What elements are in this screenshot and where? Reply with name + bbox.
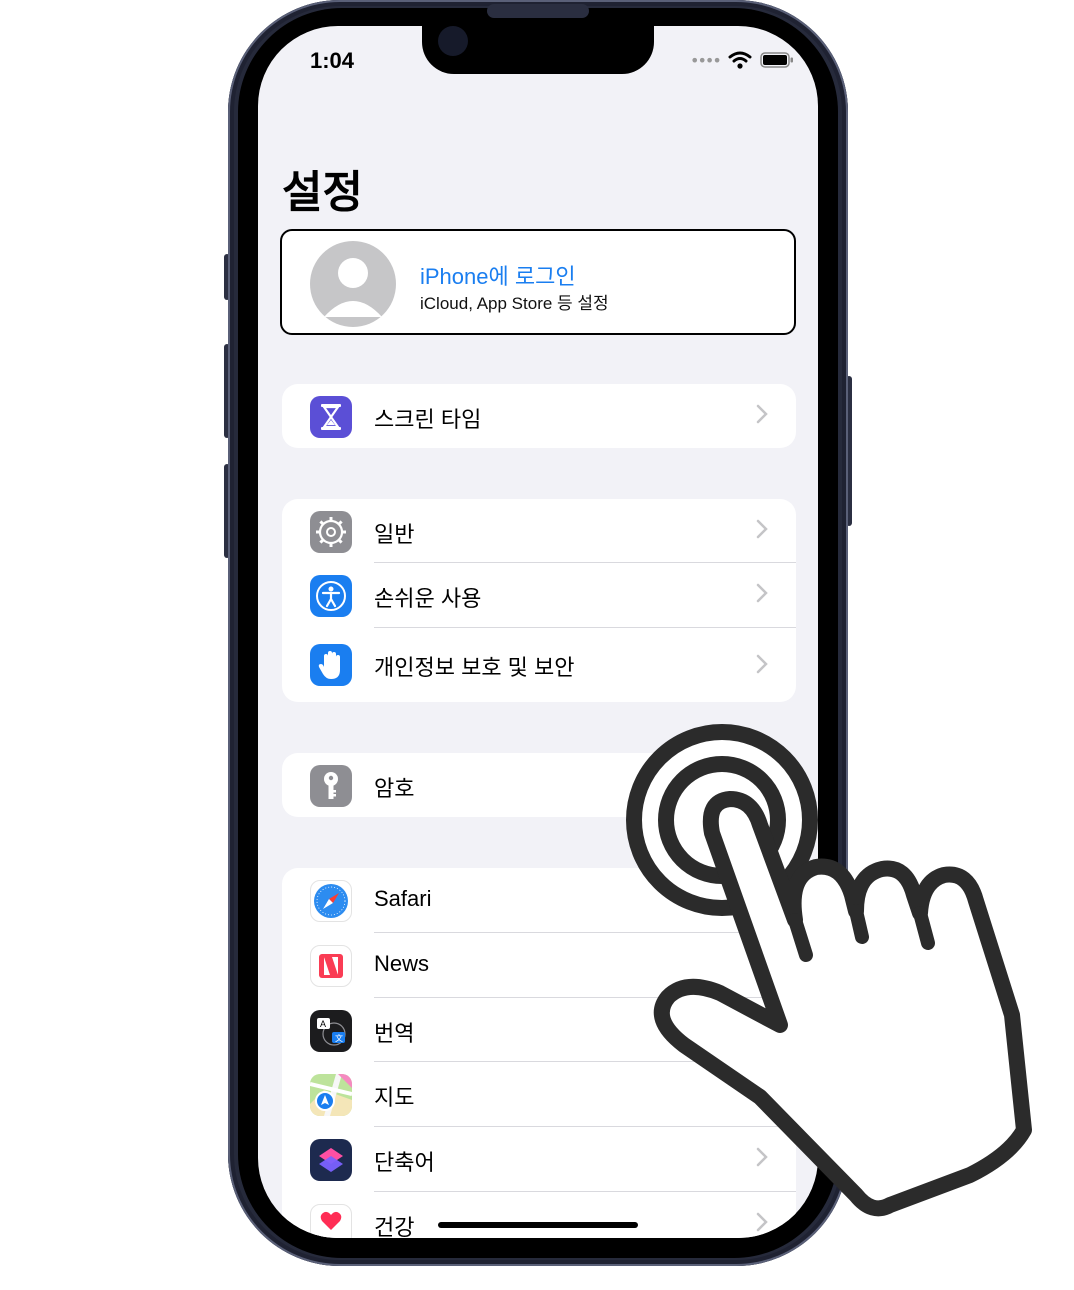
news-icon xyxy=(310,945,352,987)
row-screen-time[interactable]: 스크린 타임 xyxy=(282,384,796,448)
notch xyxy=(422,26,654,74)
row-label: 암호 xyxy=(374,776,415,801)
chevron-right-icon xyxy=(756,654,768,674)
translate-icon: A 文 xyxy=(310,1010,352,1052)
row-label: Safari xyxy=(374,886,432,911)
row-label: 지도 xyxy=(374,1085,415,1110)
row-label: 건강 xyxy=(374,1215,415,1238)
row-label: 손쉬운 사용 xyxy=(374,586,482,611)
row-label: 번역 xyxy=(374,1021,415,1046)
chevron-right-icon xyxy=(756,404,768,424)
chevron-right-icon xyxy=(756,583,768,603)
row-label: 단축어 xyxy=(374,1150,435,1175)
svg-text:文: 文 xyxy=(335,1033,343,1043)
avatar xyxy=(310,241,396,327)
sign-in-cell[interactable]: iPhone에 로그인 iCloud, App Store 등 설정 xyxy=(280,229,796,335)
gear-icon xyxy=(310,511,352,553)
person-icon xyxy=(324,258,382,317)
sign-in-subtitle: iCloud, App Store 등 설정 xyxy=(420,294,609,313)
row-general[interactable]: 일반 xyxy=(282,499,796,563)
wifi-icon xyxy=(728,51,752,69)
safari-compass-icon xyxy=(310,880,352,922)
home-indicator[interactable] xyxy=(438,1222,638,1228)
accessibility-icon xyxy=(310,575,352,617)
group-screen-time: 스크린 타임 xyxy=(282,384,796,448)
camera-icon xyxy=(438,26,468,56)
status-time: 1:04 xyxy=(310,48,355,73)
health-heart-icon xyxy=(310,1204,352,1238)
svg-text:A: A xyxy=(320,1019,326,1029)
row-label: 일반 xyxy=(374,522,415,547)
row-label: 스크린 타임 xyxy=(374,407,482,432)
cellular-signal-icon: •••• xyxy=(690,50,722,70)
chevron-right-icon xyxy=(756,519,768,539)
battery-icon xyxy=(760,52,793,68)
status-indicators: •••• xyxy=(690,50,794,70)
group-system: 일반 손쉬운 사용 개인정보 보호 및 보안 xyxy=(282,499,796,702)
hand-icon xyxy=(310,644,352,686)
sign-in-title: iPhone에 로그인 xyxy=(420,264,576,289)
row-label: 개인정보 보호 및 보안 xyxy=(374,655,575,680)
row-accessibility[interactable]: 손쉬운 사용 xyxy=(282,563,796,628)
row-label: News xyxy=(374,951,430,976)
tap-gesture-hand-icon xyxy=(626,724,1032,1217)
hourglass-icon xyxy=(310,396,352,438)
shortcuts-icon xyxy=(310,1139,352,1181)
maps-icon xyxy=(310,1074,352,1116)
page-title: 설정 xyxy=(282,167,363,218)
row-privacy[interactable]: 개인정보 보호 및 보안 xyxy=(282,628,796,702)
speaker-grille xyxy=(487,4,589,18)
key-icon xyxy=(310,765,352,807)
